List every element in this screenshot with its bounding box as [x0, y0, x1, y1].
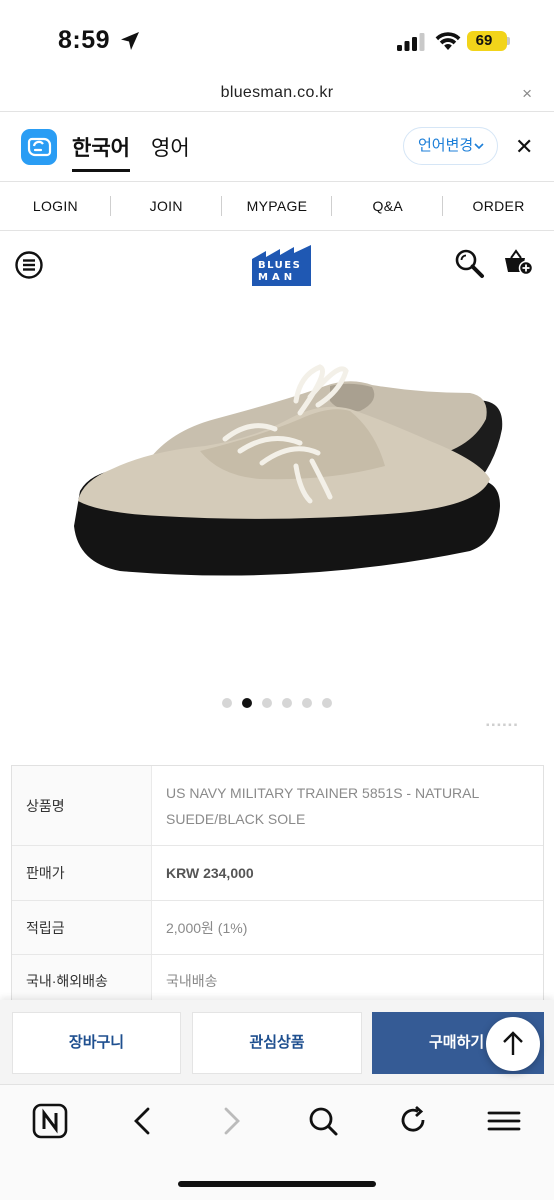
status-bar: 8:59 69	[0, 0, 554, 84]
tab-target-language[interactable]: 영어	[151, 132, 190, 162]
site-header: BLUES MAN	[0, 231, 554, 301]
wishlist-button[interactable]: 관심상품	[192, 1012, 362, 1074]
translate-bar: 한국어 영어 언어변경 ✕	[0, 112, 554, 182]
logo-text-line1: BLUES	[258, 260, 301, 271]
search-icon[interactable]	[454, 248, 486, 280]
table-row: 적립금 2,000원 (1%)	[12, 901, 543, 955]
nav-mypage[interactable]: MYPAGE	[222, 182, 333, 230]
tab-source-language[interactable]: 한국어	[72, 132, 130, 162]
chevron-down-icon	[473, 128, 485, 178]
forward-icon[interactable]	[216, 1103, 248, 1139]
product-info-table: 상품명 US NAVY MILITARY TRAINER 5851S - NAT…	[11, 765, 544, 1007]
status-time: 8:59	[58, 26, 111, 54]
back-icon[interactable]	[126, 1103, 158, 1139]
product-image[interactable]	[0, 301, 554, 731]
table-row: 상품명 US NAVY MILITARY TRAINER 5851S - NAT…	[12, 766, 543, 846]
carousel-dot[interactable]	[282, 698, 292, 708]
nav-separator	[442, 196, 443, 216]
battery-icon: 69	[467, 31, 507, 51]
carousel-dot[interactable]	[222, 698, 232, 708]
translate-close-icon[interactable]: ✕	[515, 134, 533, 160]
carousel-dot[interactable]	[302, 698, 312, 708]
battery-level: 69	[475, 32, 493, 49]
nav-qna[interactable]: Q&A	[332, 182, 443, 230]
change-language-button[interactable]: 언어변경	[403, 127, 498, 165]
carousel-dots	[0, 695, 554, 709]
refresh-icon[interactable]	[396, 1103, 430, 1139]
menu-icon[interactable]	[14, 250, 44, 280]
wifi-icon	[435, 32, 461, 50]
top-nav: LOGIN JOIN MYPAGE Q&A ORDER	[0, 182, 554, 230]
signal-icon	[397, 33, 425, 51]
scroll-to-top-button[interactable]	[486, 1017, 540, 1071]
row-label: 적립금	[12, 901, 152, 954]
nav-separator	[331, 196, 332, 216]
row-label: 국내·해외배송	[12, 955, 152, 1006]
row-label: 판매가	[12, 846, 152, 900]
location-arrow-icon	[121, 32, 139, 50]
nav-join[interactable]: JOIN	[111, 182, 222, 230]
battery-nub	[507, 37, 510, 45]
product-price: KRW 234,000	[166, 865, 254, 881]
bluesman-logo[interactable]: BLUES MAN	[252, 245, 311, 286]
product-points: 2,000원 (1%)	[166, 919, 248, 936]
nav-separator	[110, 196, 111, 216]
nav-order[interactable]: ORDER	[443, 182, 554, 230]
home-indicator	[178, 1181, 376, 1187]
product-name: US NAVY MILITARY TRAINER 5851S - NATURAL…	[166, 784, 479, 827]
table-row: 판매가 KRW 234,000	[12, 846, 543, 901]
add-to-cart-button[interactable]: 장바구니	[12, 1012, 181, 1074]
carousel-dot-active[interactable]	[242, 698, 252, 708]
nav-separator	[221, 196, 222, 216]
menu-lines-icon[interactable]	[486, 1103, 522, 1139]
naver-home-icon[interactable]	[32, 1103, 68, 1139]
logo-text-line2: MAN	[258, 272, 296, 283]
change-language-label: 언어변경	[418, 137, 474, 154]
url-bar[interactable]: bluesman.co.kr ×	[0, 84, 554, 112]
carousel-dot[interactable]	[322, 698, 332, 708]
translate-app-icon[interactable]	[21, 129, 57, 165]
search-icon[interactable]	[306, 1103, 340, 1139]
page: 8:59 69 bluesman.co.kr × 한국어 영어 언어변경 ✕ L…	[0, 0, 554, 1200]
action-bar: 장바구니 관심상품 구매하기	[0, 1000, 554, 1084]
thumbnail-indicator: ▪▪▪▪▪▪	[486, 720, 520, 731]
carousel-dot[interactable]	[262, 698, 272, 708]
nav-login[interactable]: LOGIN	[0, 182, 111, 230]
url-text[interactable]: bluesman.co.kr	[0, 84, 554, 102]
product-shipping: 국내배송	[166, 972, 218, 989]
close-icon[interactable]: ×	[522, 84, 532, 104]
row-label: 상품명	[12, 766, 152, 845]
cart-icon[interactable]	[503, 248, 535, 280]
active-tab-underline	[72, 169, 130, 172]
arrow-up-icon	[503, 1031, 523, 1055]
